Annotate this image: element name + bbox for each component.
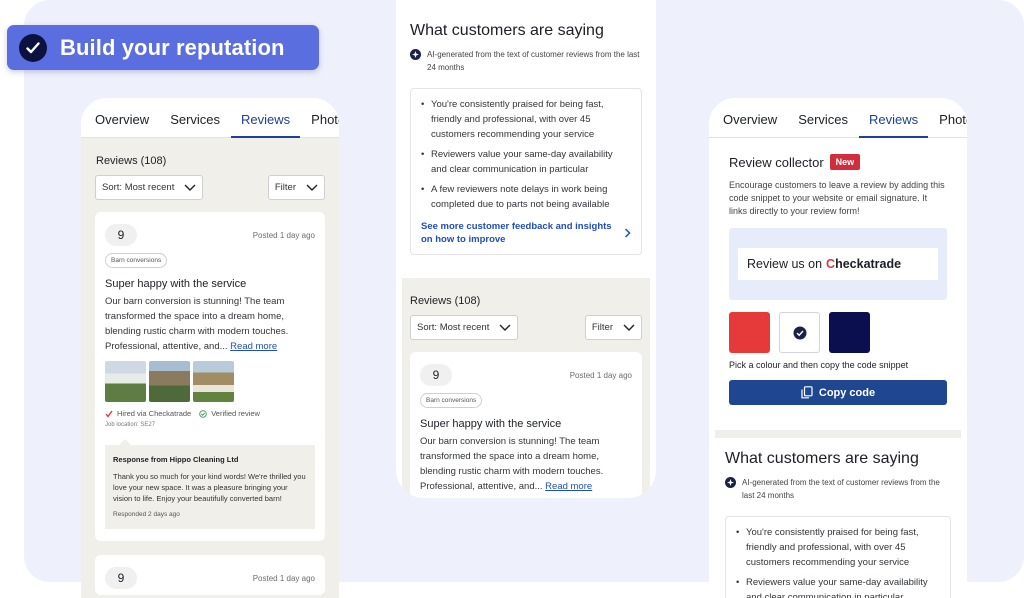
copy-code-button[interactable]: Copy code [729,380,947,405]
review-collector-section: Review collector New Encourage customers … [709,138,967,430]
insights-title: What customers are saying [725,450,919,467]
review-tag: Barn conversions [105,253,168,268]
review-card: 9 Posted 1 day ago Barn conversions Supe… [95,212,325,541]
review-posted: Posted 1 day ago [569,371,632,380]
verified-icon [199,409,207,418]
build-reputation-badge: Build your reputation [7,25,319,70]
tab-overview[interactable]: Overview [723,112,777,137]
tab-overview[interactable]: Overview [95,112,149,137]
insight-item: You're consistently praised for being fa… [421,97,631,142]
profile-tabs: Overview Services Reviews Photo [709,98,967,138]
check-icon [19,33,47,62]
widget-preview: Review us on Checkatrade [729,228,947,300]
badge-label: Build your reputation [60,34,285,60]
divider [715,430,961,438]
phone-reviews: Overview Services Reviews Photo Reviews … [81,98,339,598]
tab-services[interactable]: Services [798,112,848,137]
reviews-count: Reviews (108) [410,295,481,307]
phone-review-collector: Overview Services Reviews Photo Review c… [709,98,967,598]
business-response: Response from Hippo Cleaning Ltd Thank y… [105,439,315,529]
job-location: Job location: SE27 [105,422,156,428]
pick-colour-label: Pick a colour and then copy the code sni… [729,360,909,370]
review-us-widget[interactable]: Review us on Checkatrade [738,248,938,280]
review-photo[interactable] [193,361,234,402]
reviews-count: Reviews (108) [96,155,167,167]
chevron-down-icon [306,184,318,191]
collector-title: Review collector [729,154,824,170]
profile-tabs: Overview Services Reviews Photo [81,98,339,138]
chevron-down-icon [623,324,635,331]
insight-item: A few reviewers note delays in work bein… [421,182,631,212]
review-title: Super happy with the service [420,418,562,430]
review-score: 9 [420,364,452,386]
reviews-section: Reviews (108) Sort: Most recent Filter 9… [81,138,339,598]
swatch-navy[interactable] [829,312,870,353]
phone-insights: What customers are saying AI-generated f… [396,0,656,498]
review-card: 9 Posted 1 day ago Barn conversions Supe… [410,352,642,498]
checkatrade-logo: Checkatrade [826,257,902,271]
insights-card: You're consistently praised for being fa… [410,88,642,255]
collector-description: Encourage customers to leave a review by… [729,180,945,216]
filter-select[interactable]: Filter [267,175,325,200]
ai-sparkle-icon [410,49,421,60]
review-card: 9 Posted 1 day ago [95,555,325,595]
insights-title: What customers are saying [410,22,604,39]
new-badge: New [829,154,861,170]
hired-label: Hired via Checkatrade [117,409,192,418]
sort-label: Sort: Most recent [417,322,490,333]
checkatrade-tick-icon [105,410,113,418]
colour-swatches [729,312,947,353]
response-text: Thank you so much for your kind words! W… [113,472,306,503]
read-more-link[interactable]: Read more [545,481,592,492]
insights-section: What customers are saying AI-generated f… [396,0,656,255]
review-photo[interactable] [105,361,146,402]
sort-select[interactable]: Sort: Most recent [410,315,519,340]
review-body: Our barn conversion is stunning! The tea… [105,296,289,352]
review-body: Our barn conversion is stunning! The tea… [420,436,604,492]
sort-select[interactable]: Sort: Most recent [95,175,204,200]
filter-select[interactable]: Filter [584,315,642,340]
swatch-white[interactable] [779,312,820,353]
chevron-down-icon [499,324,511,331]
sort-label: Sort: Most recent [102,182,175,193]
insights-section: What customers are saying AI-generated f… [709,430,967,598]
ai-note: AI-generated from the text of customer r… [725,476,951,502]
review-tag: Barn conversions [420,393,483,408]
insight-item: You're consistently praised for being fa… [736,525,940,570]
reviews-section: Reviews (108) Sort: Most recent Filter 9… [402,278,650,498]
review-posted: Posted 1 day ago [252,231,315,240]
filter-label: Filter [274,182,296,193]
review-score: 9 [105,567,137,589]
ai-note: AI-generated from the text of customer r… [410,48,642,74]
read-more-link[interactable]: Read more [230,341,277,352]
insights-card: You're consistently praised for being fa… [725,516,951,598]
tab-reviews[interactable]: Reviews [231,112,301,138]
tab-photos[interactable]: Photo [311,112,339,137]
insight-item: Reviewers value your same-day availabili… [736,575,940,598]
filter-label: Filter [591,322,613,333]
selected-check-icon [793,326,806,339]
response-when: Responded 2 days ago [113,511,180,518]
review-photos [105,361,315,402]
tab-photos[interactable]: Photo [939,112,967,137]
chevron-down-icon [184,184,196,191]
swatch-red[interactable] [729,312,770,353]
chevron-right-icon [624,228,631,238]
see-more-link[interactable]: See more customer feedback and insights … [421,220,631,246]
insight-item: Reviewers value your same-day availabili… [421,147,631,177]
review-meta: Hired via Checkatrade Verified review [105,409,315,418]
review-score: 9 [105,224,137,246]
verified-label: Verified review [211,409,260,418]
review-photo[interactable] [149,361,190,402]
ai-sparkle-icon [725,477,736,488]
tab-services[interactable]: Services [170,112,220,137]
response-from: Response from Hippo Cleaning Ltd [113,455,239,464]
tab-reviews[interactable]: Reviews [859,112,929,138]
copy-icon [801,386,813,399]
review-title: Super happy with the service [105,278,247,290]
